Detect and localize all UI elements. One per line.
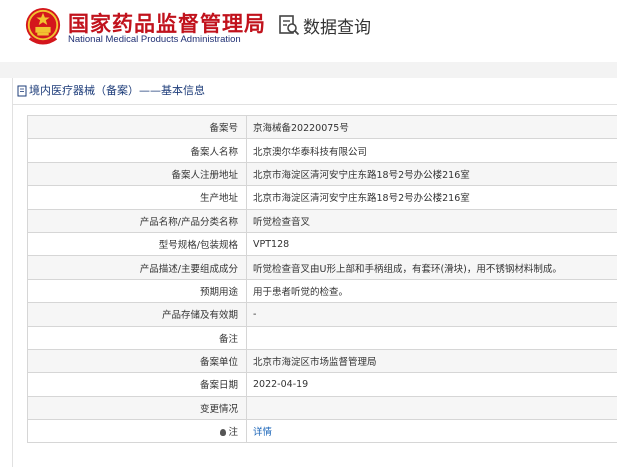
table-row: 产品名称/产品分类名称 听觉检查音叉 [27,208,617,233]
row-label: 注 [228,427,238,439]
document-icon [17,85,27,97]
table-row: 预期用途 用于患者听觉的检查。 [27,278,617,304]
table-row: 备案号 京海械备20220075号 [27,114,617,140]
table-row: 备案人名称 北京澳尔华泰科技有限公司 [27,138,617,163]
row-label: 型号规格/包装规格 [27,231,247,257]
table-row: 产品存储及有效期 - [27,302,617,327]
row-value: - [246,302,617,327]
table-row: 备案日期 2022-04-19 [27,372,617,397]
table-row: 产品描述/主要组成成分 听觉检查音叉由U形上部和手柄组成，有套环(滑块)，用不锈… [27,255,617,280]
row-label: 产品名称/产品分类名称 [27,208,247,233]
row-label: 备案单位 [27,348,247,374]
data-query-link[interactable]: 数据查询 [278,12,371,38]
row-value: 北京市海淀区市场监督管理局 [246,348,617,374]
site-header: 国家药品监督管理局 National Medical Products Admi… [0,0,617,62]
row-label: 产品描述/主要组成成分 [27,255,247,280]
panel-title: 境内医疗器械（备案）——基本信息 [29,84,205,97]
table-row: 备案人注册地址 北京市海淀区清河安宁庄东路18号2号办公楼216室 [27,161,617,187]
row-value: 北京澳尔华泰科技有限公司 [246,138,617,163]
row-value: 北京市海淀区清河安宁庄东路18号2号办公楼216室 [246,161,617,187]
row-label: 预期用途 [27,278,247,304]
details-link[interactable]: 详情 [253,427,272,438]
row-value [246,325,617,350]
national-emblem-icon [25,7,61,45]
row-value: 北京市海淀区清河安宁庄东路18号2号办公楼216室 [246,185,617,210]
table-row: 变更情况 [27,395,617,421]
table-row: 型号规格/包装规格 VPT128 [27,231,617,257]
table-row: 备案单位 北京市海淀区市场监督管理局 [27,348,617,374]
row-label: 备案号 [27,114,247,140]
note-marker-icon [220,429,227,437]
device-info-table: 备案号 京海械备20220075号 备案人名称 北京澳尔华泰科技有限公司 备案人… [27,114,617,444]
row-label: 产品存储及有效期 [27,302,247,327]
site-title-en: National Medical Products Administration [68,34,241,45]
table-row: 生产地址 北京市海淀区清河安宁庄东路18号2号办公楼216室 [27,185,617,210]
row-value: VPT128 [246,231,617,257]
row-label: 备注 [27,325,247,350]
data-query-label: 数据查询 [303,17,371,38]
panel-header: 境内医疗器械（备案）——基本信息 [13,78,617,105]
row-label: 备案人注册地址 [27,161,247,187]
row-value: 2022-04-19 [246,372,617,397]
row-label: 变更情况 [27,395,247,421]
row-value: 详情 [246,419,617,444]
row-value [246,395,617,421]
table-row: 注 详情 [27,419,617,444]
row-value: 听觉检查音叉 [246,208,617,233]
row-value: 听觉检查音叉由U形上部和手柄组成，有套环(滑块)，用不锈钢材料制成。 [246,255,617,280]
search-document-icon [279,15,300,36]
info-panel: 境内医疗器械（备案）——基本信息 备案号 京海械备20220075号 备案人名称… [12,78,617,467]
row-value: 京海械备20220075号 [246,114,617,140]
header-divider [0,62,617,78]
row-label: 生产地址 [27,185,247,210]
row-value: 用于患者听觉的检查。 [246,278,617,304]
row-label: 备案人名称 [27,138,247,163]
table-row: 备注 [27,325,617,350]
note-label-cell: 注 [27,419,247,444]
row-label: 备案日期 [27,372,247,397]
